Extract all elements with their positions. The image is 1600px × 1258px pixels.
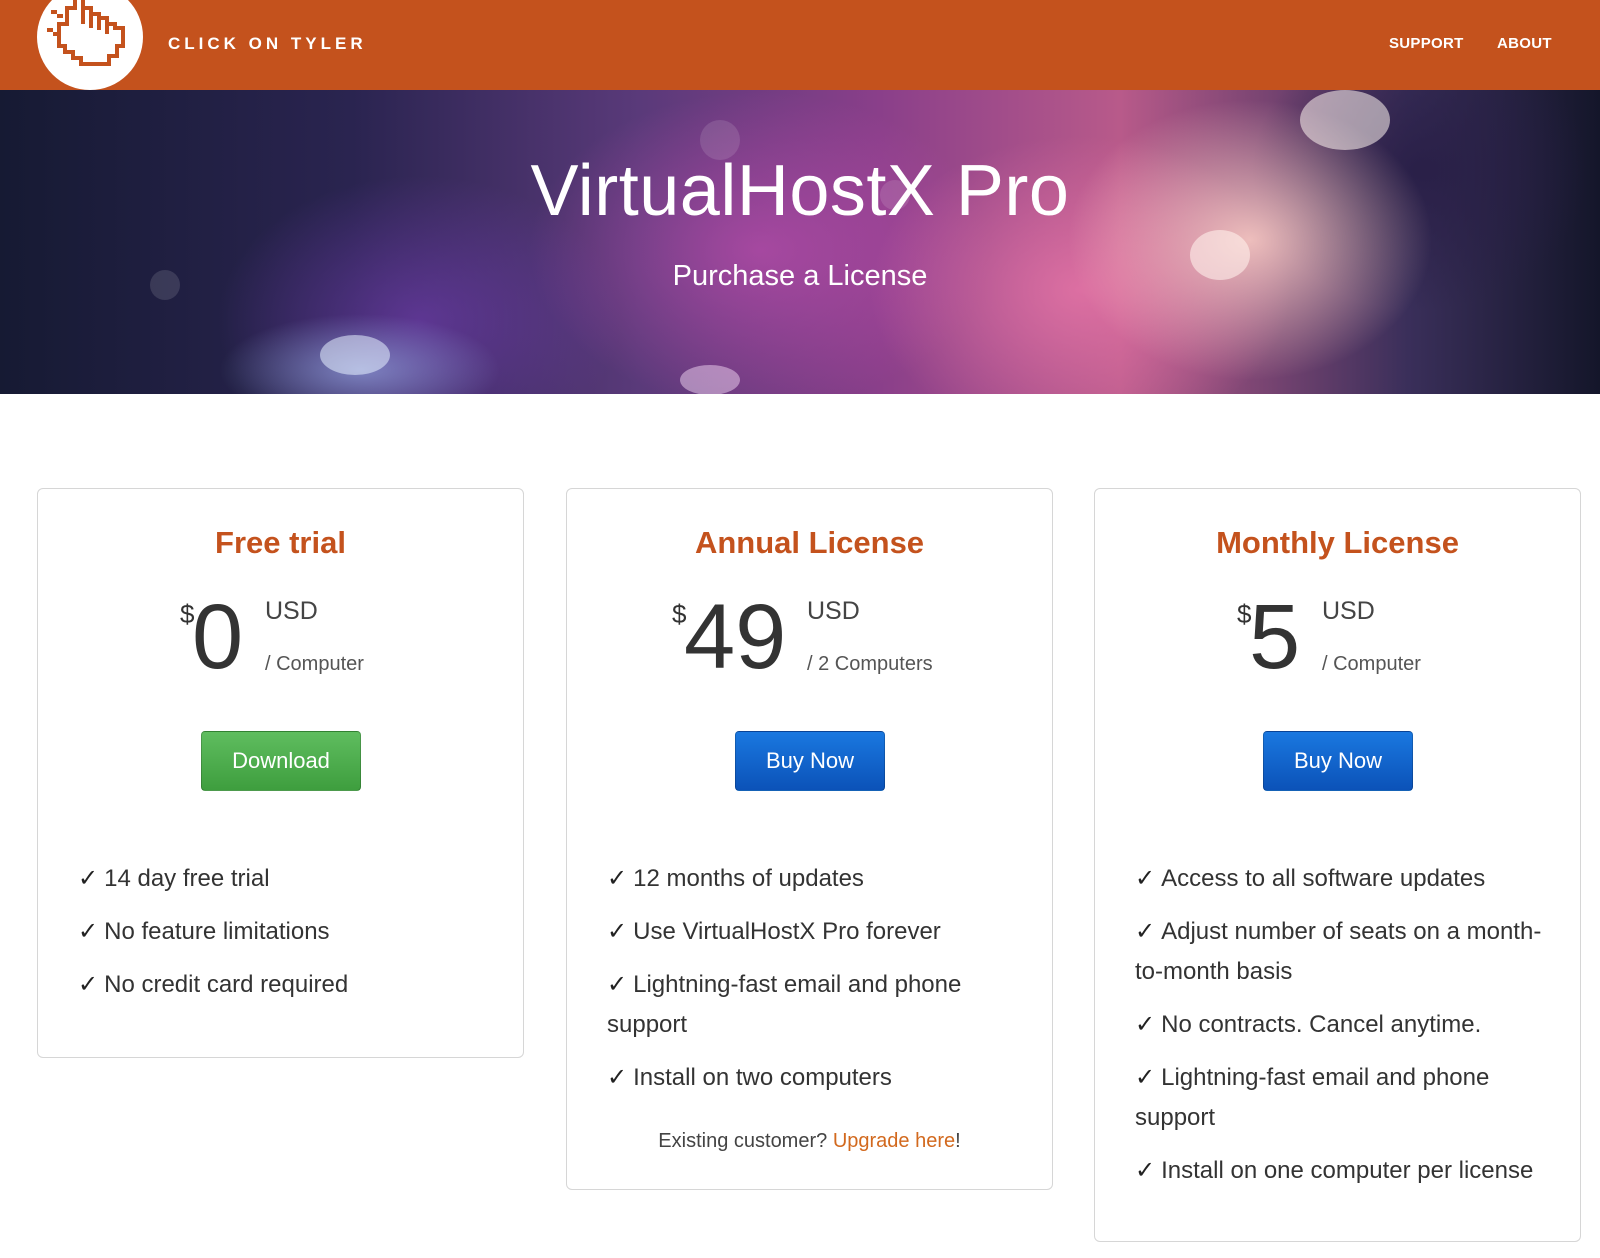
download-button[interactable]: Download bbox=[201, 731, 361, 791]
checkmark-icon: ✓ bbox=[1135, 1011, 1156, 1038]
feature-item: ✓ Lightning-fast email and phone support bbox=[607, 971, 962, 1038]
page-title: VirtualHostX Pro bbox=[530, 151, 1070, 231]
feature-list: ✓ 14 day free trial ✓ No feature limitatio… bbox=[78, 859, 498, 1018]
pricing-card-annual: Annual License $ 49 USD / 2 Computers Bu… bbox=[566, 488, 1053, 1190]
plan-title: Annual License bbox=[694, 525, 925, 560]
price-amount: 49 bbox=[684, 586, 787, 688]
site-logo[interactable] bbox=[37, 0, 143, 90]
checkmark-icon: ✓ bbox=[607, 918, 628, 945]
nav-support-link[interactable]: SUPPORT bbox=[1389, 35, 1464, 52]
plan-title: Monthly License bbox=[1216, 525, 1459, 560]
checkmark-icon: ✓ bbox=[78, 971, 99, 998]
price-unit: / 2 Computers bbox=[807, 653, 933, 675]
price-unit: / Computer bbox=[1322, 653, 1421, 675]
checkmark-icon: ✓ bbox=[607, 1064, 628, 1091]
checkmark-icon: ✓ bbox=[1135, 1157, 1156, 1184]
brand-name[interactable]: CLICK ON TYLER bbox=[168, 34, 367, 54]
plan-price: $ 5 USD / Computer bbox=[1237, 587, 1457, 687]
feature-list: ✓ 12 months of updates ✓ Use VirtualHostX … bbox=[607, 859, 1027, 1111]
price-unit: / Computer bbox=[265, 653, 364, 675]
pricing-card-free-trial: Free trial $ 0 USD / Computer Download ✓… bbox=[37, 488, 524, 1058]
feature-item: ✓ Install on one computer per license bbox=[1135, 1157, 1534, 1184]
feature-item: ✓ No feature limitations bbox=[78, 918, 330, 945]
page-subtitle: Purchase a License bbox=[672, 260, 928, 292]
top-navbar: CLICK ON TYLER SUPPORT ABOUT bbox=[0, 0, 1600, 90]
checkmark-icon: ✓ bbox=[1135, 1064, 1156, 1091]
hero-banner: VirtualHostX Pro Purchase a License bbox=[0, 90, 1600, 394]
buy-now-button-annual[interactable]: Buy Now bbox=[735, 731, 885, 791]
feature-item: ✓ No credit card required bbox=[78, 971, 349, 998]
checkmark-icon: ✓ bbox=[78, 918, 99, 945]
feature-item: ✓ Install on two computers bbox=[607, 1064, 892, 1091]
plan-price: $ 49 USD / 2 Computers bbox=[672, 587, 972, 687]
feature-item: ✓ No contracts. Cancel anytime. bbox=[1135, 1011, 1482, 1038]
upgrade-note: Existing customer? Upgrade here! bbox=[658, 1130, 961, 1152]
feature-item: ✓ 12 months of updates bbox=[607, 865, 864, 892]
price-currency-code: USD bbox=[265, 597, 318, 625]
hero-light-spot bbox=[320, 335, 390, 375]
checkmark-icon: ✓ bbox=[78, 865, 99, 892]
plan-title: Free trial bbox=[215, 525, 346, 560]
feature-item: ✓ 14 day free trial bbox=[78, 865, 270, 892]
checkmark-icon: ✓ bbox=[607, 865, 628, 892]
price-currency-code: USD bbox=[1322, 597, 1375, 625]
hero-light-spot bbox=[680, 365, 740, 394]
hero-light-spot bbox=[1300, 90, 1390, 150]
feature-list: ✓ Access to all software updates ✓ Adjust … bbox=[1135, 859, 1555, 1204]
upgrade-link[interactable]: Upgrade here bbox=[833, 1130, 955, 1152]
checkmark-icon: ✓ bbox=[1135, 865, 1156, 892]
price-currency-code: USD bbox=[807, 597, 860, 625]
checkmark-icon: ✓ bbox=[607, 971, 628, 998]
pricing-card-monthly: Monthly License $ 5 USD / Computer Buy N… bbox=[1094, 488, 1581, 1242]
pointing-hand-cursor-icon bbox=[47, 0, 125, 66]
buy-now-button-monthly[interactable]: Buy Now bbox=[1263, 731, 1413, 791]
checkmark-icon: ✓ bbox=[1135, 918, 1156, 945]
plan-price: $ 0 USD / Computer bbox=[180, 587, 400, 687]
feature-item: ✓ Lightning-fast email and phone support bbox=[1135, 1064, 1490, 1131]
feature-item: ✓ Adjust number of seats on a month-to-mo… bbox=[1135, 918, 1542, 985]
nav-about-link[interactable]: ABOUT bbox=[1497, 35, 1552, 52]
price-amount: 0 bbox=[192, 586, 244, 688]
feature-item: ✓ Access to all software updates bbox=[1135, 865, 1486, 892]
price-amount: 5 bbox=[1249, 586, 1301, 688]
feature-item: ✓ Use VirtualHostX Pro forever bbox=[607, 918, 941, 945]
